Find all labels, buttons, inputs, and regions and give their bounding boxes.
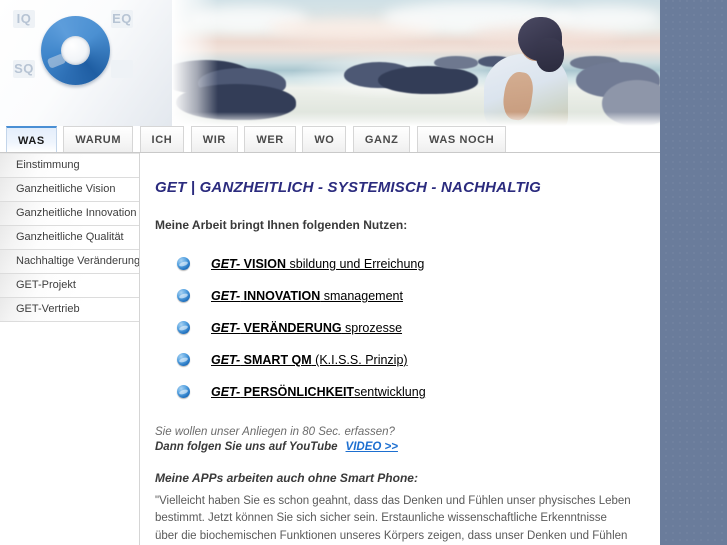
benefit-suffix: sentwicklung xyxy=(354,385,426,399)
sidebar-item-einstimmung[interactable]: Einstimmung xyxy=(0,153,139,178)
tab-wir[interactable]: WIR xyxy=(190,126,238,152)
sidebar-menu: Einstimmung Ganzheitliche Vision Ganzhei… xyxy=(0,153,140,545)
globe-icon xyxy=(177,385,190,398)
tab-was[interactable]: WAS xyxy=(6,126,57,152)
globe-icon xyxy=(177,353,190,366)
benefit-item-vision[interactable]: GET- VISION sbildung und Erreichung xyxy=(155,248,642,280)
banner-photo xyxy=(172,0,660,126)
logo-letter-blank xyxy=(111,60,133,78)
benefit-get-prefix: GET- xyxy=(211,321,241,335)
apps-heading: Meine APPs arbeiten auch ohne Smart Phon… xyxy=(155,471,418,485)
tab-wo[interactable]: WO xyxy=(302,126,347,152)
logo-letter-sq: SQ xyxy=(13,60,35,78)
benefit-get-prefix: GET- xyxy=(211,257,241,271)
benefit-link-smart-qm[interactable]: GET- SMART QM (K.I.S.S. Prinzip) xyxy=(211,353,408,367)
sidebar-item-nachhaltige-veraenderung[interactable]: Nachhaltige Veränderung xyxy=(0,250,139,274)
tab-ich[interactable]: ICH xyxy=(139,126,185,152)
logo-letter-iq: IQ xyxy=(13,10,35,28)
main-content: GET | GANZHEITLICH - SYSTEMISCH - NACHHA… xyxy=(141,153,660,545)
benefit-suffix: (K.I.S.S. Prinzip) xyxy=(311,353,408,367)
site-column: IQ EQ SQ WAS WARUM ICH WIR WER WO GANZ W… xyxy=(0,0,660,545)
banner-bottom-fade xyxy=(172,112,660,126)
benefit-get-prefix: GET- xyxy=(211,353,241,367)
tab-wer[interactable]: WER xyxy=(244,126,296,152)
quote-paragraph: "Vielleicht haben Sie es schon geahnt, d… xyxy=(155,495,631,542)
page-title: GET | GANZHEITLICH - SYSTEMISCH - NACHHA… xyxy=(155,179,542,196)
benefit-link-innovation[interactable]: GET- INNOVATION smanagement xyxy=(211,289,403,303)
logo-zone[interactable]: IQ EQ SQ xyxy=(0,0,172,126)
globe-icon xyxy=(177,257,190,270)
page-body: Einstimmung Ganzheitliche Vision Ganzhei… xyxy=(0,153,660,545)
benefit-get-prefix: GET- xyxy=(211,289,241,303)
benefit-get-prefix: GET- xyxy=(211,385,241,399)
video-link[interactable]: VIDEO >> xyxy=(346,441,398,453)
puzzle-ring-logo-icon xyxy=(41,16,110,85)
logo-letter-eq: EQ xyxy=(111,10,133,28)
sidebar-item-ganzheitliche-innovation[interactable]: Ganzheitliche Innovation xyxy=(0,202,139,226)
benefit-item-persoenlichkeit[interactable]: GET- PERSÖNLICHKEITsentwicklung xyxy=(155,376,642,408)
sidebar-item-ganzheitliche-qualitaet[interactable]: Ganzheitliche Qualität xyxy=(0,226,139,250)
site-header: IQ EQ SQ xyxy=(0,0,660,126)
benefit-link-persoenlichkeit[interactable]: GET- PERSÖNLICHKEITsentwicklung xyxy=(211,385,426,399)
benefit-keyword: VERÄNDERUNG xyxy=(240,321,342,335)
banner-figure-hair-back xyxy=(536,38,564,72)
youtube-question: Sie wollen unser Anliegen in 80 Sec. erf… xyxy=(155,426,395,438)
benefit-link-veraenderung[interactable]: GET- VERÄNDERUNG sprozesse xyxy=(211,321,402,335)
globe-icon xyxy=(177,321,190,334)
tab-ganz[interactable]: GANZ xyxy=(352,126,411,152)
benefit-item-smart-qm[interactable]: GET- SMART QM (K.I.S.S. Prinzip) xyxy=(155,344,642,376)
benefit-keyword: INNOVATION xyxy=(240,289,321,303)
main-navigation: WAS WARUM ICH WIR WER WO GANZ WAS NOCH xyxy=(0,126,660,153)
benefit-keyword: VISION xyxy=(240,257,287,271)
benefit-item-veraenderung[interactable]: GET- VERÄNDERUNG sprozesse xyxy=(155,312,642,344)
tab-warum[interactable]: WARUM xyxy=(63,126,134,152)
benefit-suffix: smanagement xyxy=(320,289,403,303)
benefit-item-innovation[interactable]: GET- INNOVATION smanagement xyxy=(155,280,642,312)
header-banner-image xyxy=(172,0,660,126)
benefit-keyword: SMART QM xyxy=(240,353,312,367)
sidebar-item-ganzheitliche-vision[interactable]: Ganzheitliche Vision xyxy=(0,178,139,202)
benefit-suffix: sbildung und Erreichung xyxy=(286,257,425,271)
banner-left-fade xyxy=(172,0,218,126)
benefit-link-vision[interactable]: GET- VISION sbildung und Erreichung xyxy=(211,257,424,271)
lead-text: Meine Arbeit bringt Ihnen folgenden Nutz… xyxy=(155,218,408,232)
youtube-invite: Dann folgen Sie uns auf YouTube VIDEO >> xyxy=(155,441,642,453)
globe-icon xyxy=(177,289,190,302)
sidebar-item-get-vertrieb[interactable]: GET-Vertrieb xyxy=(0,298,139,322)
youtube-invite-text: Dann folgen Sie uns auf YouTube xyxy=(155,441,338,453)
sidebar-item-get-projekt[interactable]: GET-Projekt xyxy=(0,274,139,298)
benefit-keyword: PERSÖNLICHKEIT xyxy=(240,385,355,399)
benefit-suffix: sprozesse xyxy=(341,321,403,335)
benefits-list: GET- VISION sbildung und Erreichung GET-… xyxy=(155,248,642,408)
tab-was-noch[interactable]: WAS NOCH xyxy=(416,126,507,152)
